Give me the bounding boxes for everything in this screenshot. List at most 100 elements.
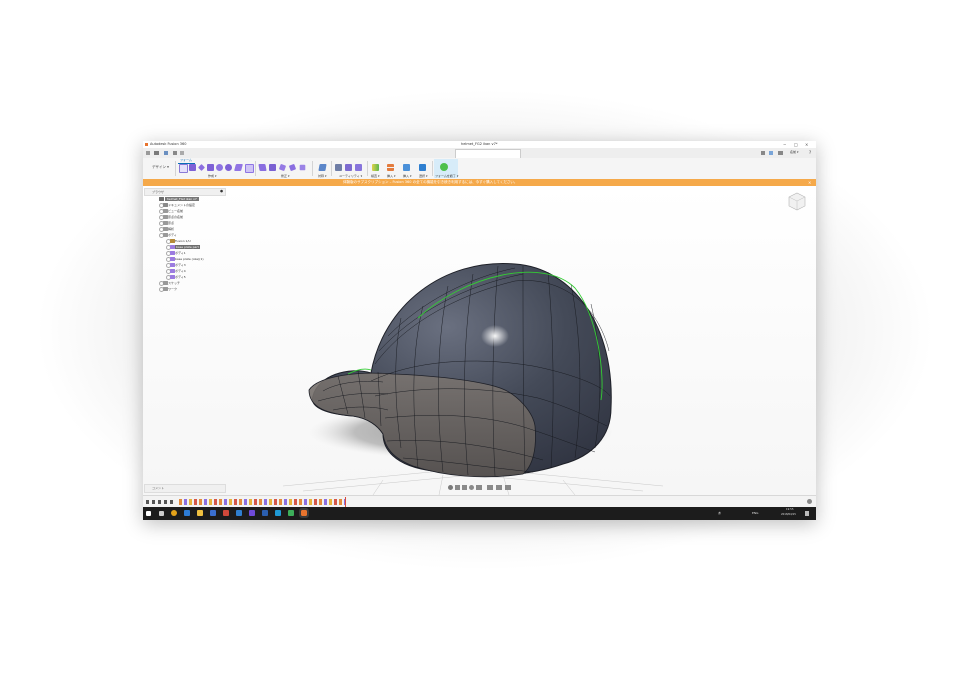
torus-icon[interactable]: [225, 164, 232, 171]
convert-icon[interactable]: [335, 164, 342, 171]
viewports-icon[interactable]: [505, 485, 511, 490]
timeline-features[interactable]: [179, 499, 345, 505]
inspect-group-label[interactable]: 検査 ▾: [371, 174, 379, 178]
zebra-analysis-icon[interactable]: [372, 164, 379, 171]
insert-group-label[interactable]: 挿入 ▾: [387, 174, 395, 178]
excel-icon[interactable]: [288, 510, 294, 516]
extensions-icon[interactable]: [769, 150, 773, 155]
display-settings-icon[interactable]: [487, 485, 493, 490]
utilities-group-label[interactable]: ユーティリティ ▾: [339, 174, 362, 178]
insert-canvas-label[interactable]: 挿入 ▾: [403, 174, 411, 178]
separator: [367, 161, 368, 176]
modify-group-label[interactable]: 修正 ▾: [281, 174, 289, 178]
edit-form-icon[interactable]: [258, 164, 267, 171]
zoom-icon[interactable]: [469, 485, 474, 490]
timeline-settings-icon[interactable]: [807, 499, 812, 504]
trial-banner: 体験版のサブスクリプション – Fusion 360 の全ての機能を引き続き利用…: [143, 179, 816, 186]
grid-menu-icon[interactable]: [146, 150, 150, 155]
sphere-icon[interactable]: [216, 164, 223, 171]
edge-icon[interactable]: [184, 510, 190, 516]
create-group-label[interactable]: 作成 ▾: [208, 174, 216, 178]
explorer-icon[interactable]: [197, 510, 203, 516]
app-window: Autodesk Fusion 360 helmet_FG2 ikan v7* …: [143, 141, 816, 520]
box-icon[interactable]: [189, 164, 196, 171]
finish-form-label[interactable]: フォームを終了 ▾: [435, 174, 458, 178]
view-cube[interactable]: [786, 191, 808, 211]
face-icon[interactable]: [245, 164, 254, 173]
grid-settings-icon[interactable]: [496, 485, 502, 490]
tray-ime[interactable]: あ: [718, 511, 721, 515]
task-view-icon[interactable]: [159, 511, 164, 516]
user-menu[interactable]: 名前 ▾: [790, 151, 798, 154]
fit-icon[interactable]: [476, 485, 482, 490]
play-icon[interactable]: [158, 500, 161, 504]
timeline-marker[interactable]: [345, 497, 346, 507]
help-button[interactable]: ?: [809, 150, 811, 155]
browser-panel: ブラウザ ● helmet_FG2 ikan v7 ドキュメントの設定 ビュー名…: [143, 186, 226, 298]
tab-form[interactable]: フォーム: [180, 158, 192, 162]
comments-label: コメント: [152, 486, 165, 490]
chrome-icon[interactable]: [171, 510, 177, 516]
tree-item-work[interactable]: ワーク: [154, 286, 224, 292]
undo-icon[interactable]: [173, 150, 177, 155]
step-forward-icon[interactable]: [164, 500, 167, 504]
file-icon[interactable]: [154, 150, 159, 155]
select-group-label[interactable]: 選択 ▾: [419, 174, 427, 178]
notification-center-icon[interactable]: [805, 511, 809, 516]
repair-body-icon[interactable]: [345, 164, 352, 171]
document-title: helmet_FG2 ikan v7*: [461, 141, 498, 146]
mail-icon[interactable]: [236, 510, 242, 516]
separator: [331, 161, 332, 176]
store-icon[interactable]: [210, 510, 216, 516]
orbit-icon[interactable]: [448, 485, 453, 490]
step-back-icon[interactable]: [152, 500, 155, 504]
tray-time[interactable]: 19:55: [786, 508, 793, 512]
pan-icon[interactable]: [462, 485, 467, 490]
fill-hole-icon[interactable]: [299, 164, 306, 171]
mirror-internal-icon[interactable]: [318, 164, 327, 171]
look-at-icon[interactable]: [455, 485, 460, 490]
workspace-dropdown[interactable]: デザイン ▾: [152, 165, 169, 170]
go-to-start-icon[interactable]: [146, 500, 149, 504]
navigation-bar: [446, 484, 514, 492]
bridge-icon[interactable]: [288, 163, 297, 172]
skype-icon[interactable]: [275, 510, 281, 516]
quadball-icon[interactable]: [234, 164, 243, 171]
redo-icon[interactable]: [180, 150, 184, 155]
symmetry-group-label[interactable]: 対称 ▾: [318, 174, 326, 178]
canvas-viewport[interactable]: ブラウザ ● helmet_FG2 ikan v7 ドキュメントの設定 ビュー名…: [143, 186, 816, 495]
tray-date[interactable]: 2018/04/15: [781, 513, 796, 517]
acrobat-icon[interactable]: [223, 510, 229, 516]
app-title: Autodesk Fusion 360: [150, 141, 187, 146]
attached-canvas-icon[interactable]: [403, 164, 410, 171]
select-icon[interactable]: [419, 164, 426, 171]
onenote-icon[interactable]: [249, 510, 255, 516]
insert-mesh-icon[interactable]: [387, 164, 394, 171]
minimize-button[interactable]: −: [783, 142, 786, 147]
word-icon[interactable]: [262, 510, 268, 516]
helmet-model[interactable]: [143, 186, 816, 495]
browser-pin-icon[interactable]: ●: [220, 189, 223, 194]
add-tab-icon[interactable]: [761, 150, 765, 155]
sketch-icon[interactable]: [179, 164, 188, 173]
notification-icon[interactable]: [778, 150, 783, 155]
banner-close-icon[interactable]: ×: [808, 180, 811, 185]
go-to-end-icon[interactable]: [170, 500, 173, 504]
comments-panel[interactable]: コメント: [144, 484, 226, 493]
start-icon[interactable]: [146, 511, 151, 516]
finish-form-icon[interactable]: [440, 163, 448, 171]
save-icon[interactable]: [164, 150, 168, 155]
insert-edge-icon[interactable]: [269, 164, 276, 171]
plane-icon[interactable]: [198, 164, 205, 171]
make-uniform-icon[interactable]: [355, 164, 362, 171]
toolbar: デザイン ▾ フォーム 作成 ▾ 修正 ▾ 対称 ▾ ユーティリティ ▾ 検査 …: [143, 158, 816, 180]
subdivide-icon[interactable]: [278, 163, 287, 172]
separator: [312, 161, 313, 176]
maximize-button[interactable]: □: [794, 142, 798, 147]
tray-lang[interactable]: ENG: [752, 511, 758, 515]
close-button[interactable]: ×: [805, 142, 808, 147]
cylinder-icon[interactable]: [207, 164, 214, 171]
document-tab[interactable]: [455, 149, 521, 158]
fusion-logo-icon: [145, 142, 148, 146]
fusion-taskbar-icon[interactable]: [299, 508, 309, 518]
